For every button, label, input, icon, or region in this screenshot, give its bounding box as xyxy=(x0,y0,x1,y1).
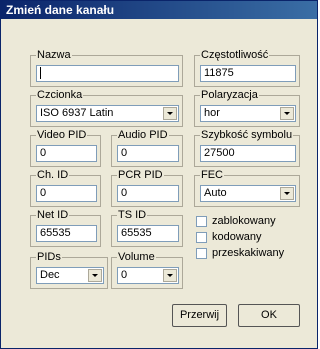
group-pcr-pid: PCR PID 0 xyxy=(111,169,183,207)
fec-select[interactable]: Auto xyxy=(200,185,296,202)
ts-id-input[interactable]: 65535 xyxy=(117,225,179,242)
szybkosc-symbolu-label: Szybkość symbolu xyxy=(200,129,294,141)
polaryzacja-label: Polaryzacja xyxy=(200,89,259,101)
group-polaryzacja: Polaryzacja hor xyxy=(194,89,300,127)
group-czestotliwosc: Częstotliwość 11875 xyxy=(194,49,300,87)
group-fec: FEC Auto xyxy=(194,169,300,207)
nazwa-label: Nazwa xyxy=(36,49,72,61)
zablokowany-checkbox[interactable] xyxy=(196,216,207,227)
polaryzacja-select[interactable]: hor xyxy=(200,105,296,122)
zablokowany-label[interactable]: zablokowany xyxy=(212,215,276,227)
audio-pid-input[interactable]: 0 xyxy=(117,145,179,162)
pids-select[interactable]: Dec xyxy=(36,267,104,284)
window-title: Zmień dane kanału xyxy=(6,3,115,17)
chevron-down-icon[interactable] xyxy=(163,269,177,282)
pids-value: Dec xyxy=(40,269,60,281)
group-video-pid: Video PID 0 xyxy=(30,129,101,167)
group-audio-pid: Audio PID 0 xyxy=(111,129,183,167)
ts-id-label: TS ID xyxy=(117,209,148,221)
ok-button[interactable]: OK xyxy=(238,304,300,327)
szybkosc-symbolu-input[interactable]: 27500 xyxy=(200,145,296,162)
chevron-down-icon[interactable] xyxy=(163,107,177,120)
text-caret xyxy=(40,67,41,80)
cancel-button[interactable]: Przerwij xyxy=(172,304,227,327)
volume-select[interactable]: 0 xyxy=(117,267,179,284)
czcionka-value: ISO 6937 Latin xyxy=(40,107,114,119)
pcr-pid-input[interactable]: 0 xyxy=(117,185,179,202)
pids-label: PIDs xyxy=(36,251,62,263)
chevron-down-icon[interactable] xyxy=(88,269,102,282)
video-pid-input[interactable]: 0 xyxy=(36,145,97,162)
net-id-label: Net ID xyxy=(36,209,70,221)
video-pid-label: Video PID xyxy=(36,129,88,141)
audio-pid-label: Audio PID xyxy=(117,129,169,141)
pcr-pid-label: PCR PID xyxy=(117,169,164,181)
fec-value: Auto xyxy=(204,187,227,199)
przeskakiwany-label[interactable]: przeskakiwany xyxy=(212,247,284,259)
title-bar[interactable]: Zmień dane kanału xyxy=(1,1,317,19)
czestotliwosc-label: Częstotliwość xyxy=(200,49,270,61)
net-id-input[interactable]: 65535 xyxy=(36,225,97,242)
czestotliwosc-input[interactable]: 11875 xyxy=(200,65,296,82)
kodowany-checkbox[interactable] xyxy=(196,232,207,243)
polaryzacja-value: hor xyxy=(204,107,220,119)
group-volume: Volume 0 xyxy=(111,251,183,289)
ch-id-label: Ch. ID xyxy=(36,169,70,181)
nazwa-input[interactable] xyxy=(36,65,179,82)
chevron-down-icon[interactable] xyxy=(280,107,294,120)
chevron-down-icon[interactable] xyxy=(280,187,294,200)
czcionka-select[interactable]: ISO 6937 Latin xyxy=(36,105,179,122)
group-ch-id: Ch. ID 0 xyxy=(30,169,101,207)
group-szybkosc-symbolu: Szybkość symbolu 27500 xyxy=(194,129,300,167)
group-net-id: Net ID 65535 xyxy=(30,209,101,247)
group-czcionka: Czcionka ISO 6937 Latin xyxy=(30,89,183,127)
volume-value: 0 xyxy=(121,269,128,281)
group-nazwa: Nazwa xyxy=(30,49,183,87)
dialog-window: Zmień dane kanału Nazwa Częstotliwość 11… xyxy=(0,0,318,349)
kodowany-label[interactable]: kodowany xyxy=(212,231,262,243)
volume-label: Volume xyxy=(117,251,156,263)
ch-id-input[interactable]: 0 xyxy=(36,185,97,202)
group-pids: PIDs Dec xyxy=(30,251,108,289)
fec-label: FEC xyxy=(200,169,224,181)
group-ts-id: TS ID 65535 xyxy=(111,209,183,247)
czcionka-label: Czcionka xyxy=(36,89,84,101)
przeskakiwany-checkbox[interactable] xyxy=(196,248,207,259)
